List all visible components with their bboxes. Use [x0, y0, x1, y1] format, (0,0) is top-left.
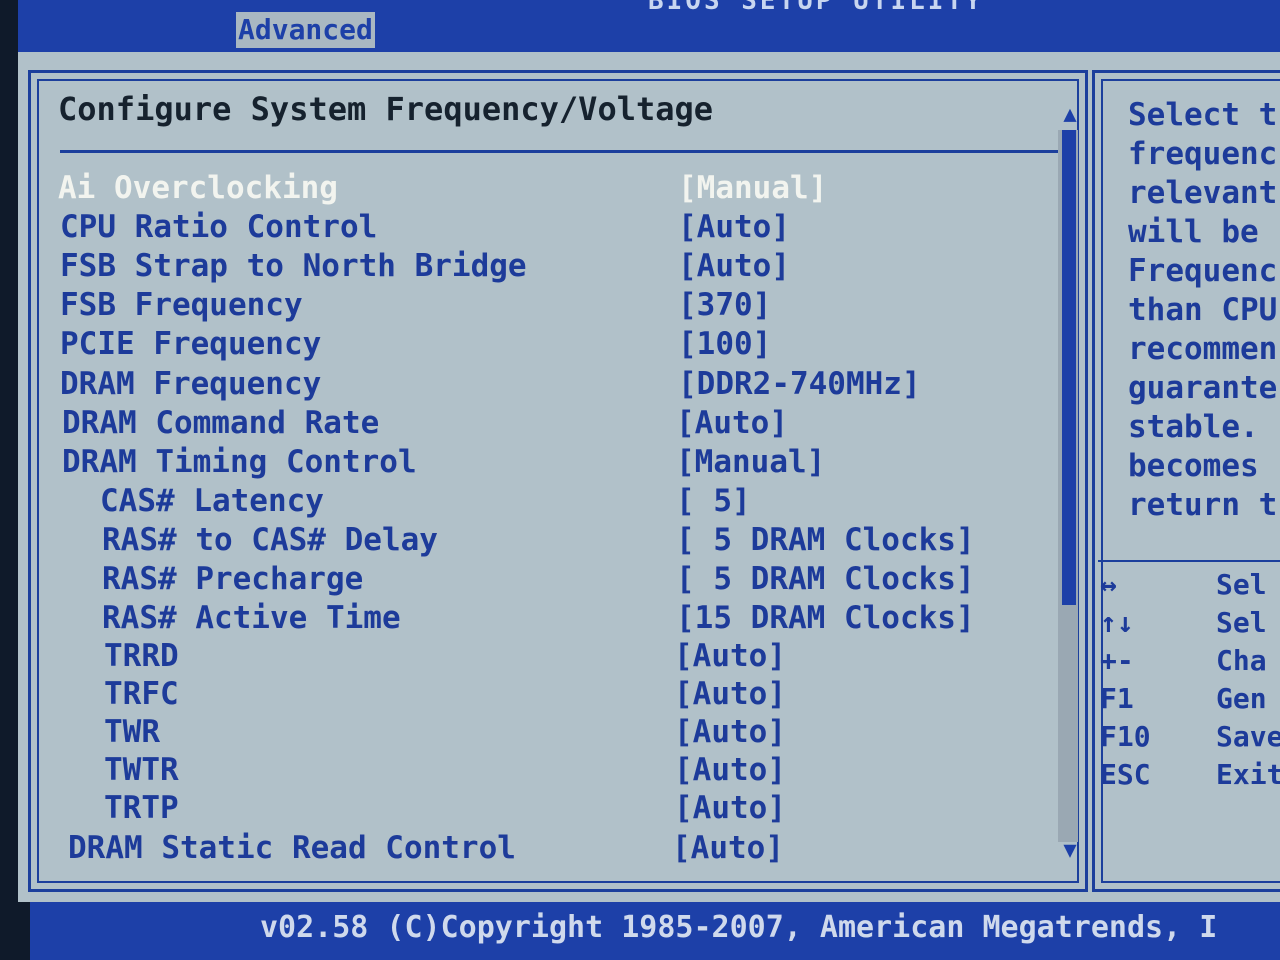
setting-label: TRRD — [104, 638, 179, 674]
setting-value[interactable]: [ 5] — [676, 483, 751, 519]
setting-row[interactable]: DRAM Timing Control [Manual] — [0, 444, 1060, 482]
setting-row[interactable]: RAS# Precharge [ 5 DRAM Clocks] — [0, 561, 1060, 599]
setting-row[interactable]: RAS# to CAS# Delay [ 5 DRAM Clocks] — [0, 522, 1060, 560]
copyright-footer: v02.58 (C)Copyright 1985-2007, American … — [260, 910, 1218, 945]
setting-label: CAS# Latency — [100, 483, 324, 519]
setting-row[interactable]: RAS# Active Time [15 DRAM Clocks] — [0, 600, 1060, 638]
key-legend-row: ↑↓ Sel — [1100, 604, 1280, 642]
setting-value[interactable]: [ 5 DRAM Clocks] — [676, 561, 975, 597]
section-title: Configure System Frequency/Voltage — [58, 90, 714, 128]
key-description: Gen — [1216, 682, 1267, 715]
setting-label: TRTP — [104, 790, 179, 826]
setting-value[interactable]: [Auto] — [674, 752, 786, 788]
title-divider — [60, 150, 1072, 153]
setting-row[interactable]: DRAM Static Read Control [Auto] — [0, 830, 1060, 868]
setting-row[interactable]: DRAM Command Rate [Auto] — [0, 405, 1060, 443]
setting-label: DRAM Static Read Control — [68, 830, 516, 866]
setting-label: FSB Frequency — [60, 287, 303, 323]
key-legend-row: F1 Gen — [1100, 680, 1280, 718]
bios-screen: BIOS SETUP UTILITY Advanced Configure Sy… — [0, 0, 1280, 960]
setting-row[interactable]: CPU Ratio Control [Auto] — [0, 209, 1060, 247]
setting-value[interactable]: [Manual] — [676, 444, 825, 480]
key-name: ↔ — [1100, 568, 1117, 601]
setting-value[interactable]: [Manual] — [678, 170, 827, 206]
setting-value[interactable]: [Auto] — [678, 209, 790, 245]
setting-value[interactable]: [Auto] — [674, 638, 786, 674]
setting-label: RAS# Active Time — [102, 600, 401, 636]
setting-row[interactable]: FSB Frequency [370] — [0, 287, 1060, 325]
help-line: than CPU — [1128, 292, 1278, 328]
setting-row[interactable]: TRFC [Auto] — [0, 676, 1060, 714]
help-line: guarante — [1128, 370, 1278, 406]
scroll-down-arrow-icon[interactable]: ▼ — [1060, 840, 1080, 862]
key-name: ESC — [1100, 758, 1151, 791]
key-description: Save — [1216, 720, 1280, 753]
setting-label: FSB Strap to North Bridge — [60, 248, 527, 284]
help-line: frequenc — [1128, 136, 1278, 172]
utility-title: BIOS SETUP UTILITY — [648, 0, 984, 16]
setting-label: Ai Overclocking — [58, 170, 338, 206]
help-line: stable. — [1128, 409, 1259, 445]
setting-value[interactable]: [Auto] — [674, 714, 786, 750]
key-name: F10 — [1100, 720, 1151, 753]
help-line: Select t — [1128, 97, 1278, 133]
setting-label: DRAM Command Rate — [62, 405, 380, 441]
setting-label: RAS# Precharge — [102, 561, 364, 597]
setting-label: DRAM Timing Control — [62, 444, 417, 480]
scrollbar-thumb[interactable] — [1062, 130, 1076, 605]
key-description: Sel — [1216, 606, 1267, 639]
setting-row[interactable]: TRTP [Auto] — [0, 790, 1060, 828]
setting-value[interactable]: [370] — [678, 287, 771, 323]
setting-value[interactable]: [Auto] — [676, 405, 788, 441]
setting-value[interactable]: [Auto] — [674, 676, 786, 712]
setting-label: RAS# to CAS# Delay — [102, 522, 438, 558]
key-legend-row: ESC Exit — [1100, 756, 1280, 794]
key-name: F1 — [1100, 682, 1134, 715]
setting-label: TRFC — [104, 676, 179, 712]
help-text: Select t frequenc relevant will be Frequenc t… — [1128, 96, 1280, 525]
setting-label: DRAM Frequency — [60, 366, 322, 402]
help-line: recommen — [1128, 331, 1278, 367]
key-legend-row: +- Cha — [1100, 642, 1280, 680]
scroll-up-arrow-icon[interactable]: ▲ — [1060, 104, 1080, 126]
help-line: Frequenc — [1128, 253, 1278, 289]
key-legend: ↔ Sel ↑↓ Sel +- Cha F1 Gen F10 Save ESC Exit — [1100, 566, 1280, 794]
key-name: ↑↓ — [1100, 606, 1134, 639]
setting-value[interactable]: [Auto] — [672, 830, 784, 866]
setting-value[interactable]: [DDR2-740MHz] — [678, 366, 921, 402]
setting-value[interactable]: [Auto] — [674, 790, 786, 826]
setting-row[interactable]: Ai Overclocking [Manual] — [0, 170, 1060, 208]
key-name: +- — [1100, 644, 1134, 677]
help-line: return t — [1128, 487, 1278, 523]
setting-row[interactable]: PCIE Frequency [100] — [0, 326, 1060, 364]
setting-row[interactable]: FSB Strap to North Bridge [Auto] — [0, 248, 1060, 286]
help-line: will be — [1128, 214, 1259, 250]
key-description: Sel — [1216, 568, 1267, 601]
tab-advanced[interactable]: Advanced — [236, 12, 375, 48]
setting-row[interactable]: TRRD [Auto] — [0, 638, 1060, 676]
setting-value[interactable]: [100] — [678, 326, 771, 362]
setting-value[interactable]: [15 DRAM Clocks] — [676, 600, 975, 636]
setting-label: CPU Ratio Control — [60, 209, 378, 245]
key-legend-row: F10 Save — [1100, 718, 1280, 756]
setting-label: TWR — [104, 714, 160, 750]
setting-row[interactable]: DRAM Frequency [DDR2-740MHz] — [0, 366, 1060, 404]
help-line: becomes — [1128, 448, 1259, 484]
setting-value[interactable]: [ 5 DRAM Clocks] — [676, 522, 975, 558]
top-menu-bar: BIOS SETUP UTILITY Advanced — [18, 0, 1280, 52]
key-legend-row: ↔ Sel — [1100, 566, 1280, 604]
key-description: Exit — [1216, 758, 1280, 791]
setting-row[interactable]: CAS# Latency [ 5] — [0, 483, 1060, 521]
setting-row[interactable]: TWR [Auto] — [0, 714, 1060, 752]
setting-row[interactable]: TWTR [Auto] — [0, 752, 1060, 790]
setting-value[interactable]: [Auto] — [678, 248, 790, 284]
key-description: Cha — [1216, 644, 1267, 677]
help-line: relevant — [1128, 175, 1278, 211]
setting-label: PCIE Frequency — [60, 326, 322, 362]
keys-divider — [1098, 560, 1280, 562]
setting-label: TWTR — [104, 752, 179, 788]
